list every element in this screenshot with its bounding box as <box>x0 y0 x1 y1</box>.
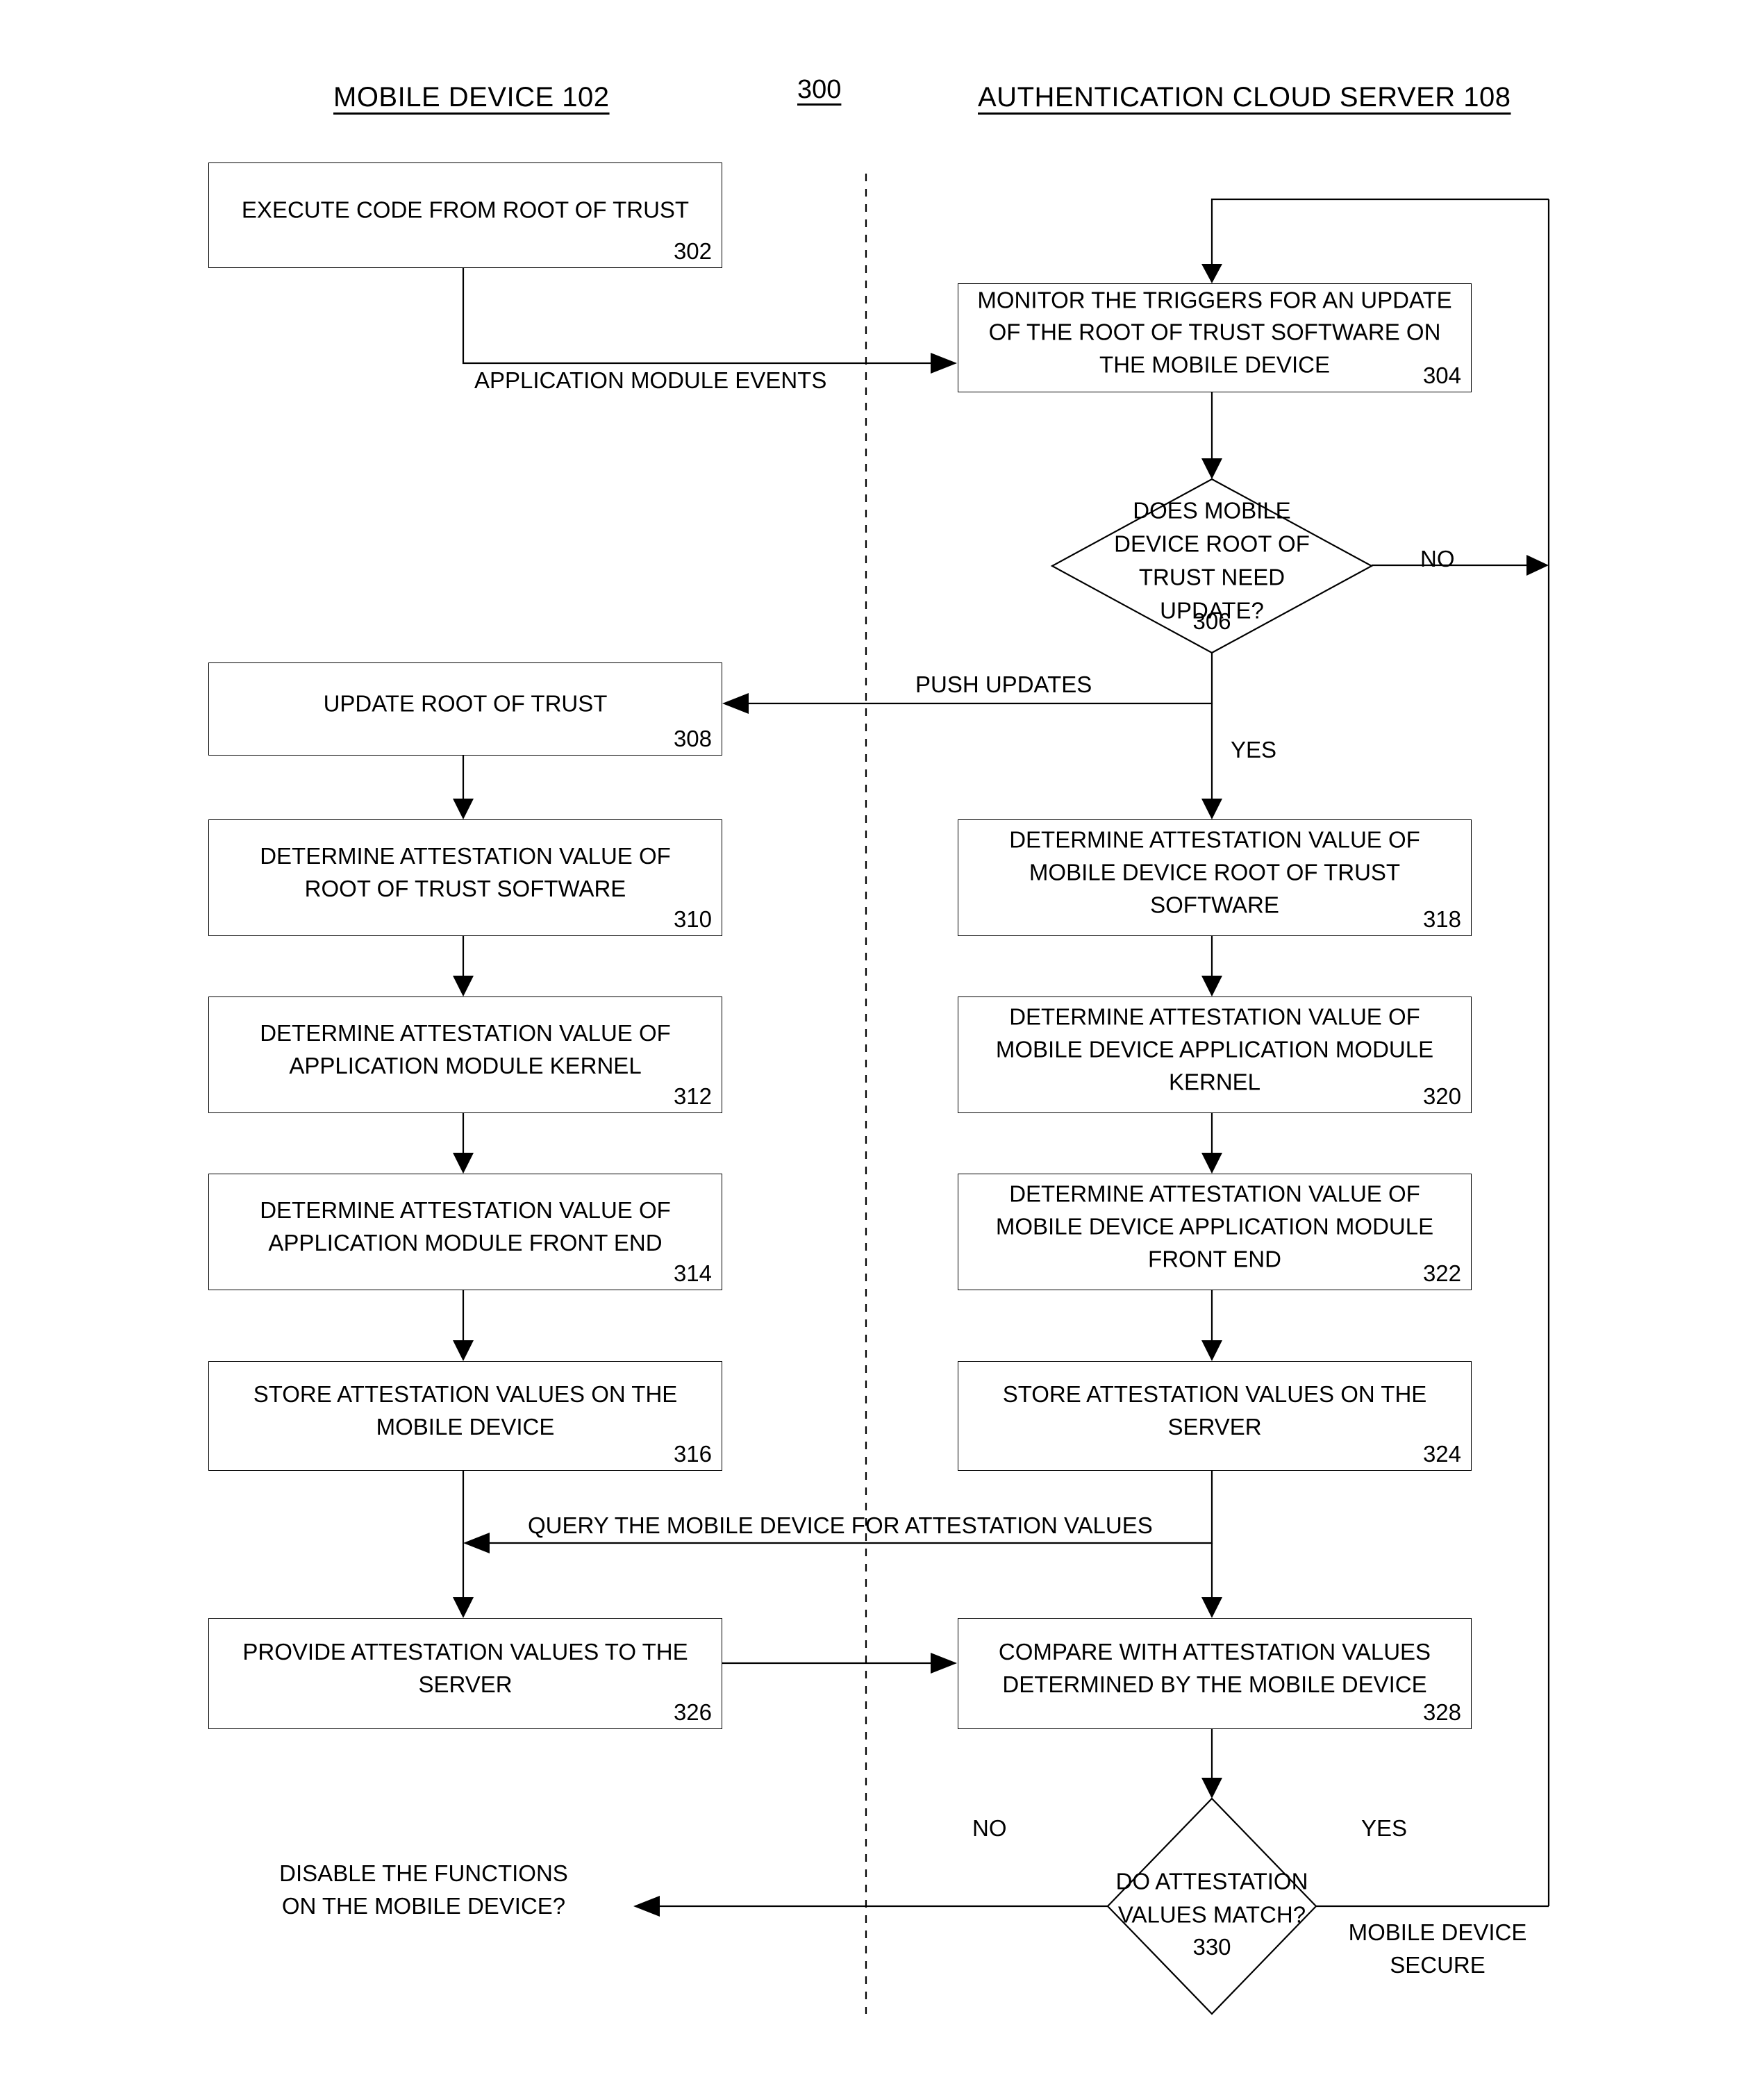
decision-diamond-306-text: DOES MOBILE DEVICE ROOT OF TRUST NEED UP… <box>1114 497 1310 624</box>
arrowhead-302-to-304 <box>931 353 957 374</box>
process-box-302[interactable]: EXECUTE CODE FROM ROOT OF TRUST 302 <box>208 162 722 268</box>
arrowhead-316-to-326 <box>453 1597 474 1618</box>
edge-label-query-mobile-device: QUERY THE MOBILE DEVICE FOR ATTESTATION … <box>528 1512 1153 1538</box>
arrowhead-query-mobile-device <box>463 1533 490 1553</box>
decision-diamond-330-text: DO ATTESTATION VALUES MATCH? <box>1115 1868 1308 1928</box>
process-box-326-text: PROVIDE ATTESTATION VALUES TO THE SERVER <box>242 1639 688 1697</box>
wire-loop-into-304 <box>1210 198 1549 264</box>
edge-label-application-module-events: APPLICATION MODULE EVENTS <box>474 367 827 393</box>
decision-diamond-306-number: 306 <box>1192 608 1231 634</box>
process-box-312-text: DETERMINE ATTESTATION VALUE OF APPLICATI… <box>260 1020 671 1078</box>
process-box-320-number: 320 <box>1422 1083 1461 1109</box>
process-box-312[interactable]: DETERMINE ATTESTATION VALUE OF APPLICATI… <box>208 997 722 1113</box>
process-box-328-number: 328 <box>1422 1699 1461 1725</box>
edge-label-yes-330: YES <box>1361 1815 1408 1841</box>
arrowhead-308-to-310 <box>453 799 474 819</box>
arrowhead-310-to-312 <box>453 976 474 997</box>
arrowhead-324-to-328 <box>1201 1597 1222 1618</box>
lane-title-mobile-device: MOBILE DEVICE 102 <box>333 82 610 112</box>
patent-flowchart-figure-300: MOBILE DEVICE 102 300 AUTHENTICATION CLO… <box>0 0 1764 2093</box>
arrowhead-306-no <box>1526 555 1549 576</box>
decision-diamond-330-number: 330 <box>1192 1934 1231 1960</box>
process-box-316-text: STORE ATTESTATION VALUES ON THE MOBILE D… <box>253 1381 678 1440</box>
process-box-328[interactable]: COMPARE WITH ATTESTATION VALUES DETERMIN… <box>958 1618 1472 1729</box>
process-box-310[interactable]: DETERMINE ATTESTATION VALUE OF ROOT OF T… <box>208 819 722 936</box>
process-box-314[interactable]: DETERMINE ATTESTATION VALUE OF APPLICATI… <box>208 1174 722 1290</box>
process-box-318-number: 318 <box>1422 906 1461 932</box>
process-box-304-number: 304 <box>1422 362 1461 388</box>
process-box-316[interactable]: STORE ATTESTATION VALUES ON THE MOBILE D… <box>208 1361 722 1471</box>
lane-title-authentication-cloud-server: AUTHENTICATION CLOUD SERVER 108 <box>978 82 1511 112</box>
arrowhead-306-yes-to-318 <box>1201 799 1222 819</box>
process-box-310-text: DETERMINE ATTESTATION VALUE OF ROOT OF T… <box>260 843 671 901</box>
arrowhead-320-to-322 <box>1201 1153 1222 1174</box>
process-box-318[interactable]: DETERMINE ATTESTATION VALUE OF MOBILE DE… <box>958 819 1472 936</box>
process-box-326[interactable]: PROVIDE ATTESTATION VALUES TO THE SERVER… <box>208 1618 722 1729</box>
decision-diamond-330[interactable]: DO ATTESTATION VALUES MATCH? 330 <box>1106 1797 1317 2015</box>
process-box-320-text: DETERMINE ATTESTATION VALUE OF MOBILE DE… <box>995 1003 1434 1095</box>
arrowhead-330-no <box>633 1896 660 1917</box>
process-box-328-text: COMPARE WITH ATTESTATION VALUES DETERMIN… <box>998 1639 1431 1697</box>
process-box-308[interactable]: UPDATE ROOT OF TRUST 308 <box>208 662 722 756</box>
edge-label-no-330: NO <box>972 1815 1007 1841</box>
process-box-322[interactable]: DETERMINE ATTESTATION VALUE OF MOBILE DE… <box>958 1174 1472 1290</box>
edge-label-mobile-device-secure: MOBILE DEVICE SECURE <box>1348 1919 1527 1978</box>
process-box-302-number: 302 <box>673 238 712 264</box>
process-box-310-number: 310 <box>673 906 712 932</box>
process-box-322-number: 322 <box>1422 1260 1461 1286</box>
process-box-326-number: 326 <box>673 1699 712 1725</box>
process-box-318-text: DETERMINE ATTESTATION VALUE OF MOBILE DE… <box>1009 826 1420 918</box>
arrowhead-304-to-306 <box>1201 458 1222 479</box>
edge-label-disable-functions: DISABLE THE FUNCTIONS ON THE MOBILE DEVI… <box>279 1860 568 1919</box>
process-box-322-text: DETERMINE ATTESTATION VALUE OF MOBILE DE… <box>995 1181 1434 1272</box>
process-box-324-text: STORE ATTESTATION VALUES ON THE SERVER <box>1002 1381 1427 1440</box>
process-box-304[interactable]: MONITOR THE TRIGGERS FOR AN UPDATE OF TH… <box>958 283 1472 392</box>
edge-label-push-updates: PUSH UPDATES <box>915 672 1092 697</box>
process-box-314-number: 314 <box>673 1260 712 1286</box>
decision-diamond-306[interactable]: DOES MOBILE DEVICE ROOT OF TRUST NEED UP… <box>1050 478 1374 654</box>
process-box-314-text: DETERMINE ATTESTATION VALUE OF APPLICATI… <box>260 1197 671 1256</box>
process-box-308-number: 308 <box>673 726 712 751</box>
arrowhead-312-to-314 <box>453 1153 474 1174</box>
arrowhead-314-to-316 <box>453 1340 474 1361</box>
process-box-320[interactable]: DETERMINE ATTESTATION VALUE OF MOBILE DE… <box>958 997 1472 1113</box>
edge-label-yes-306: YES <box>1231 737 1277 762</box>
arrowhead-322-to-324 <box>1201 1340 1222 1361</box>
process-box-324-number: 324 <box>1422 1441 1461 1467</box>
process-box-304-text: MONITOR THE TRIGGERS FOR AN UPDATE OF TH… <box>977 287 1452 378</box>
process-box-324[interactable]: STORE ATTESTATION VALUES ON THE SERVER 3… <box>958 1361 1472 1471</box>
arrowhead-loop-into-304 <box>1201 264 1222 283</box>
arrowhead-328-to-330 <box>1201 1778 1222 1799</box>
wire-302-to-304 <box>462 268 931 365</box>
process-box-308-text: UPDATE ROOT OF TRUST <box>323 690 608 717</box>
arrowhead-326-to-328 <box>931 1653 957 1674</box>
figure-number: 300 <box>797 75 842 104</box>
arrowhead-318-to-320 <box>1201 976 1222 997</box>
process-box-316-number: 316 <box>673 1441 712 1467</box>
process-box-312-number: 312 <box>673 1083 712 1109</box>
process-box-302-text: EXECUTE CODE FROM ROOT OF TRUST <box>241 197 690 223</box>
edge-label-no-306: NO <box>1420 546 1455 572</box>
arrowhead-push-updates <box>722 693 749 714</box>
